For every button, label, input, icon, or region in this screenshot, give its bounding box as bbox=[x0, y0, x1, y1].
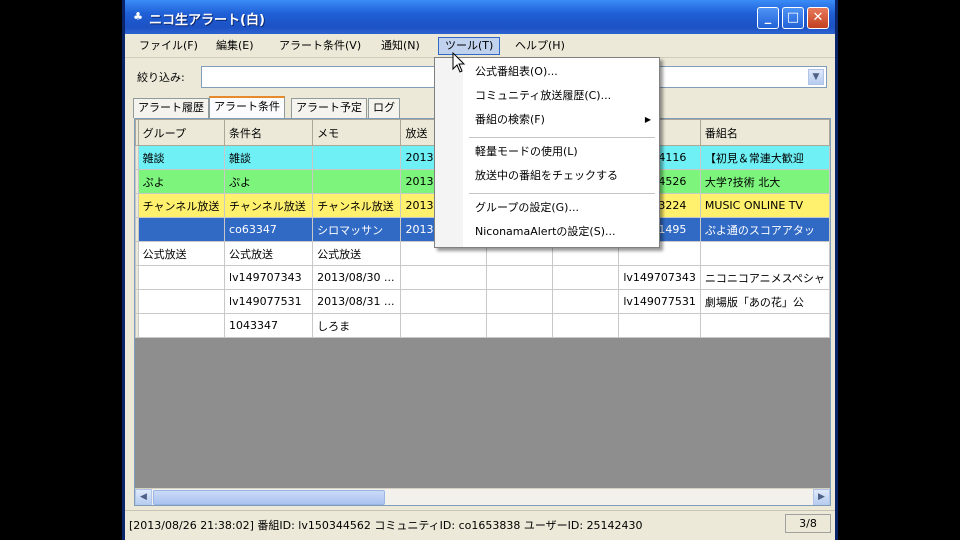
menu-help[interactable]: ヘルプ(H) bbox=[509, 37, 571, 55]
table-cell[interactable]: MUSIC ONLINE TV bbox=[699, 193, 830, 218]
tab-log[interactable]: ログ bbox=[368, 98, 400, 118]
table-cell[interactable]: 1043347 bbox=[224, 313, 314, 338]
table-cell[interactable]: lv149707343 bbox=[224, 265, 314, 290]
table-cell[interactable] bbox=[551, 265, 620, 290]
table-cell[interactable]: ぷよ通のスコアアタッ bbox=[699, 217, 830, 242]
table-cell[interactable] bbox=[699, 313, 830, 338]
status-text: [2013/08/26 21:38:02] 番組ID: lv150344562 … bbox=[129, 519, 643, 532]
menu-file[interactable]: ファイル(F) bbox=[133, 37, 204, 55]
menu-item-label: グループの設定(G)... bbox=[475, 201, 579, 214]
tab-alert-schedule[interactable]: アラート予定 bbox=[291, 98, 367, 118]
menu-edit[interactable]: 編集(E) bbox=[210, 37, 260, 55]
status-page-count: 3/8 bbox=[785, 514, 831, 533]
menu-bar: ファイル(F) 編集(E) アラート条件(V) 通知(N) ツール(T) ヘルプ… bbox=[125, 34, 835, 58]
table-cell[interactable] bbox=[485, 289, 553, 314]
column-header[interactable]: メモ bbox=[312, 119, 402, 146]
table-cell[interactable] bbox=[485, 265, 553, 290]
menu-item-community-history[interactable]: コミュニティ放送履歴(C)... bbox=[475, 86, 651, 106]
table-cell[interactable]: シロマッサン bbox=[312, 217, 402, 242]
table-cell[interactable]: 公式放送 bbox=[224, 241, 314, 266]
scroll-right-icon[interactable]: ▶ bbox=[813, 489, 830, 505]
table-cell[interactable] bbox=[137, 265, 226, 290]
filter-label: 絞り込み: bbox=[137, 71, 185, 84]
table-cell[interactable]: チャンネル放送 bbox=[312, 193, 402, 218]
table-cell[interactable] bbox=[400, 265, 487, 290]
column-header[interactable]: 条件名 bbox=[224, 119, 314, 146]
tab-alert-history[interactable]: アラート履歴 bbox=[133, 98, 209, 118]
table-cell[interactable] bbox=[312, 169, 402, 194]
menu-item-group-settings[interactable]: グループの設定(G)... bbox=[475, 198, 651, 218]
tab-alert-conditions[interactable]: アラート条件 bbox=[209, 96, 285, 118]
mouse-cursor-icon bbox=[452, 52, 466, 73]
table-cell[interactable]: co63347 bbox=[224, 217, 314, 242]
menu-item-label: コミュニティ放送履歴(C)... bbox=[475, 89, 612, 102]
table-cell[interactable]: チャンネル放送 bbox=[224, 193, 314, 218]
table-cell[interactable]: ぷよ bbox=[137, 169, 226, 194]
menu-item-program-search[interactable]: 番組の検索(F) ▶ bbox=[475, 110, 651, 130]
table-cell[interactable]: 雑談 bbox=[224, 145, 314, 170]
title-bar[interactable]: ♣ ニコ生アラート(白) _ □ ✕ bbox=[125, 0, 835, 34]
table-cell[interactable] bbox=[400, 313, 487, 338]
menu-item-label: 番組の検索(F) bbox=[475, 113, 545, 126]
table-cell[interactable] bbox=[137, 313, 226, 338]
maximize-button[interactable]: □ bbox=[782, 7, 804, 29]
menu-item-check-live[interactable]: 放送中の番組をチェックする bbox=[475, 166, 651, 186]
tools-dropdown-menu: 公式番組表(O)... コミュニティ放送履歴(C)... 番組の検索(F) ▶ 軽… bbox=[434, 57, 660, 248]
table-cell[interactable]: ニコニコアニメスペシャ bbox=[699, 265, 830, 290]
submenu-arrow-icon: ▶ bbox=[644, 115, 651, 124]
menu-gutter bbox=[435, 58, 463, 247]
menu-alert-conditions[interactable]: アラート条件(V) bbox=[273, 37, 367, 55]
table-cell[interactable]: lv149077531 bbox=[618, 289, 701, 314]
table-cell[interactable] bbox=[551, 313, 620, 338]
table-cell[interactable] bbox=[618, 313, 701, 338]
table-row[interactable]: lv149707343 2013/08/30 ... lv149707343 ニコニコ… bbox=[135, 265, 830, 290]
table-cell[interactable]: 【初見＆常連大歓迎 bbox=[699, 145, 830, 170]
table-cell[interactable]: チャンネル放送 bbox=[137, 193, 226, 218]
menu-item-app-settings[interactable]: NiconamaAlertの設定(S)... bbox=[475, 222, 651, 242]
menu-item-label: 公式番組表(O)... bbox=[475, 65, 558, 78]
menu-item-label: 軽量モードの使用(L) bbox=[475, 145, 578, 158]
menu-item-official-schedule[interactable]: 公式番組表(O)... bbox=[475, 62, 651, 82]
column-header[interactable]: グループ bbox=[137, 119, 226, 146]
menu-item-lightweight-mode[interactable]: 軽量モードの使用(L) bbox=[475, 142, 651, 162]
tab-strip: アラート履歴 アラート条件 アラート予定 ログ bbox=[133, 96, 433, 118]
status-bar: [2013/08/26 21:38:02] 番組ID: lv150344562 … bbox=[125, 510, 835, 536]
dropdown-arrow-icon[interactable]: ▼ bbox=[808, 69, 824, 85]
menu-separator bbox=[469, 193, 655, 194]
table-row[interactable]: lv149077531 2013/08/31 ... lv149077531 劇場版「… bbox=[135, 289, 830, 314]
menu-item-label: 放送中の番組をチェックする bbox=[475, 169, 618, 182]
menu-item-label: NiconamaAlertの設定(S)... bbox=[475, 225, 616, 238]
table-cell[interactable] bbox=[137, 217, 226, 242]
menu-notify[interactable]: 通知(N) bbox=[375, 37, 426, 55]
table-cell[interactable]: 2013/08/31 ... bbox=[312, 289, 402, 314]
table-cell[interactable]: しろま bbox=[312, 313, 402, 338]
horizontal-scrollbar[interactable]: ◀ ▶ bbox=[135, 488, 830, 505]
menu-separator bbox=[469, 137, 655, 138]
table-cell[interactable]: 公式放送 bbox=[312, 241, 402, 266]
table-row[interactable]: 1043347 しろま bbox=[135, 313, 830, 338]
table-cell[interactable] bbox=[699, 241, 830, 266]
table-cell[interactable] bbox=[137, 289, 226, 314]
column-header[interactable]: 番組名 bbox=[699, 119, 830, 146]
table-cell[interactable]: ぷよ bbox=[224, 169, 314, 194]
app-icon: ♣ bbox=[133, 10, 143, 23]
scroll-thumb[interactable] bbox=[153, 490, 385, 505]
window-title: ニコ生アラート(白) bbox=[149, 13, 265, 28]
table-cell[interactable]: lv149707343 bbox=[618, 265, 701, 290]
menu-tools[interactable]: ツール(T) bbox=[438, 37, 501, 55]
table-cell[interactable]: lv149077531 bbox=[224, 289, 314, 314]
table-cell[interactable]: 2013/08/30 ... bbox=[312, 265, 402, 290]
minimize-button[interactable]: _ bbox=[757, 7, 779, 29]
table-cell[interactable] bbox=[551, 289, 620, 314]
table-cell[interactable] bbox=[485, 313, 553, 338]
scroll-left-icon[interactable]: ◀ bbox=[135, 489, 152, 505]
table-cell[interactable] bbox=[312, 145, 402, 170]
table-cell[interactable] bbox=[400, 289, 487, 314]
table-cell[interactable]: 劇場版「あの花」公 bbox=[699, 289, 830, 314]
table-cell[interactable]: 公式放送 bbox=[137, 241, 226, 266]
table-cell[interactable]: 雑談 bbox=[137, 145, 226, 170]
close-button[interactable]: ✕ bbox=[807, 7, 829, 29]
table-cell[interactable]: 大学?技術 北大 bbox=[699, 169, 830, 194]
